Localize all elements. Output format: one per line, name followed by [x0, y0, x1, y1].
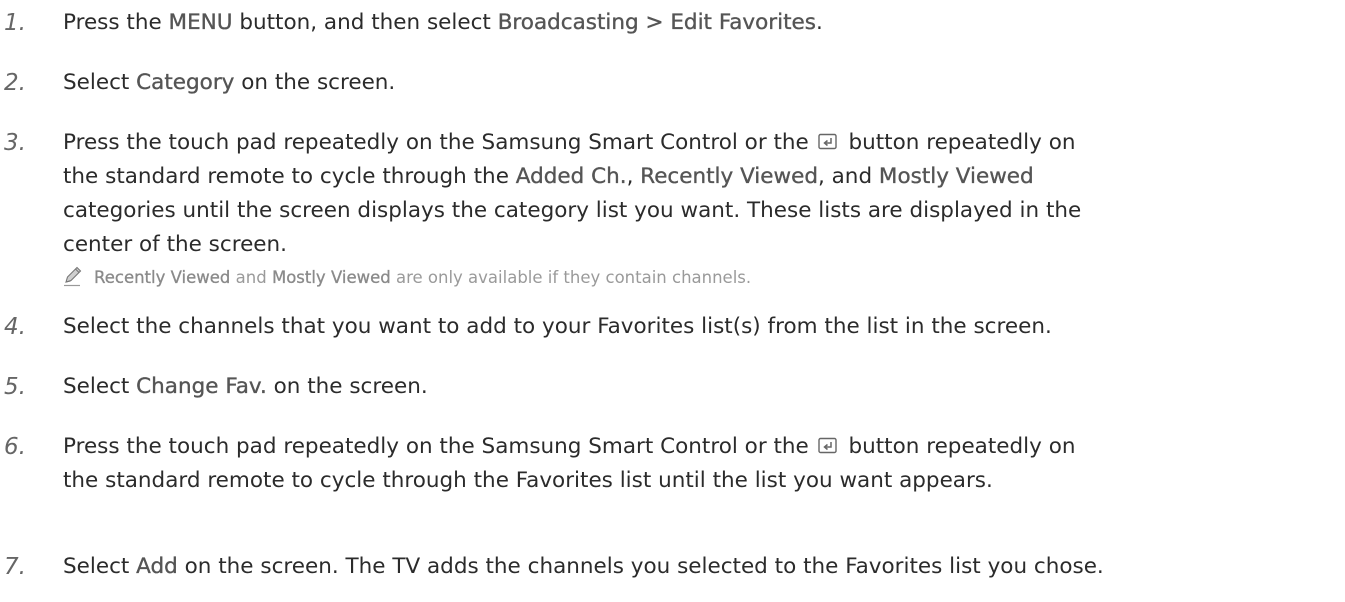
text-run: on the screen. [234, 70, 396, 95]
text-line: center of the screen. [63, 232, 287, 257]
text-run: button, and then select [232, 10, 498, 35]
step-text: Press the touch pad repeatedly on the Sa… [63, 430, 1333, 498]
enter-button-icon [817, 133, 837, 150]
text-line: categories until the screen displays the… [63, 198, 1082, 223]
recently-viewed-term: Recently Viewed [640, 164, 818, 189]
note-text: Recently Viewed and Mostly Viewed are on… [63, 263, 1323, 293]
category-term: Category [136, 70, 235, 95]
step-number: 6. [4, 434, 26, 460]
text-run: , [626, 164, 641, 189]
broadcasting-menu-term: Broadcasting [497, 10, 639, 35]
pencil-note-icon [64, 266, 82, 287]
step-number: 5. [4, 374, 26, 400]
step-number: 3. [4, 130, 26, 156]
text-run: , and [817, 164, 879, 189]
text-run: the standard remote to cycle through the [63, 164, 516, 189]
step-number: 4. [4, 314, 26, 340]
text-line: Press the touch pad repeatedly on the Sa… [63, 430, 1333, 464]
text-line: Press the touch pad repeatedly on the Sa… [63, 126, 1333, 160]
step-number: 1. [4, 10, 26, 36]
mostly-viewed-term: Mostly Viewed [878, 164, 1034, 189]
text-run: on the screen. The TV adds the channels … [177, 554, 1104, 579]
text-run: Select [63, 554, 137, 579]
edit-favorites-menu-term: Edit Favorites [670, 10, 816, 35]
change-fav-term: Change Fav. [136, 374, 267, 399]
step-number: 2. [4, 70, 26, 96]
text-run: Select [63, 70, 137, 95]
mostly-viewed-term: Mostly Viewed [271, 268, 391, 287]
added-ch-term: Added Ch. [515, 164, 627, 189]
menu-separator: > [638, 10, 671, 35]
menu-button-term: MENU [168, 10, 233, 35]
step-number: 7. [4, 554, 26, 580]
step-text: Select Category on the screen. [63, 66, 1333, 100]
step-text: Select Add on the screen. The TV adds th… [63, 550, 1333, 584]
enter-button-icon [817, 437, 837, 454]
text-run: Select [63, 374, 137, 399]
text-run: and [230, 268, 272, 287]
text-run: . [815, 10, 823, 35]
recently-viewed-term: Recently Viewed [94, 268, 231, 287]
step-text: Select Change Fav. on the screen. [63, 370, 1333, 404]
step-text: Press the MENU button, and then select B… [63, 6, 1333, 40]
text-run: button repeatedly on [841, 130, 1076, 155]
text-run: Press the touch pad repeatedly on the Sa… [63, 130, 816, 155]
step-text: Press the touch pad repeatedly on the Sa… [63, 126, 1333, 262]
add-term: Add [136, 554, 178, 579]
text-run: Press the touch pad repeatedly on the Sa… [63, 434, 816, 459]
text-run: on the screen. [266, 374, 428, 399]
text-line: the standard remote to cycle through the… [63, 160, 1333, 194]
text-run: are only available if they contain chann… [390, 268, 752, 287]
text-line: the standard remote to cycle through the… [63, 468, 993, 493]
text-run: button repeatedly on [841, 434, 1076, 459]
text-run: Press the [63, 10, 169, 35]
step-text: Select the channels that you want to add… [63, 314, 1052, 339]
